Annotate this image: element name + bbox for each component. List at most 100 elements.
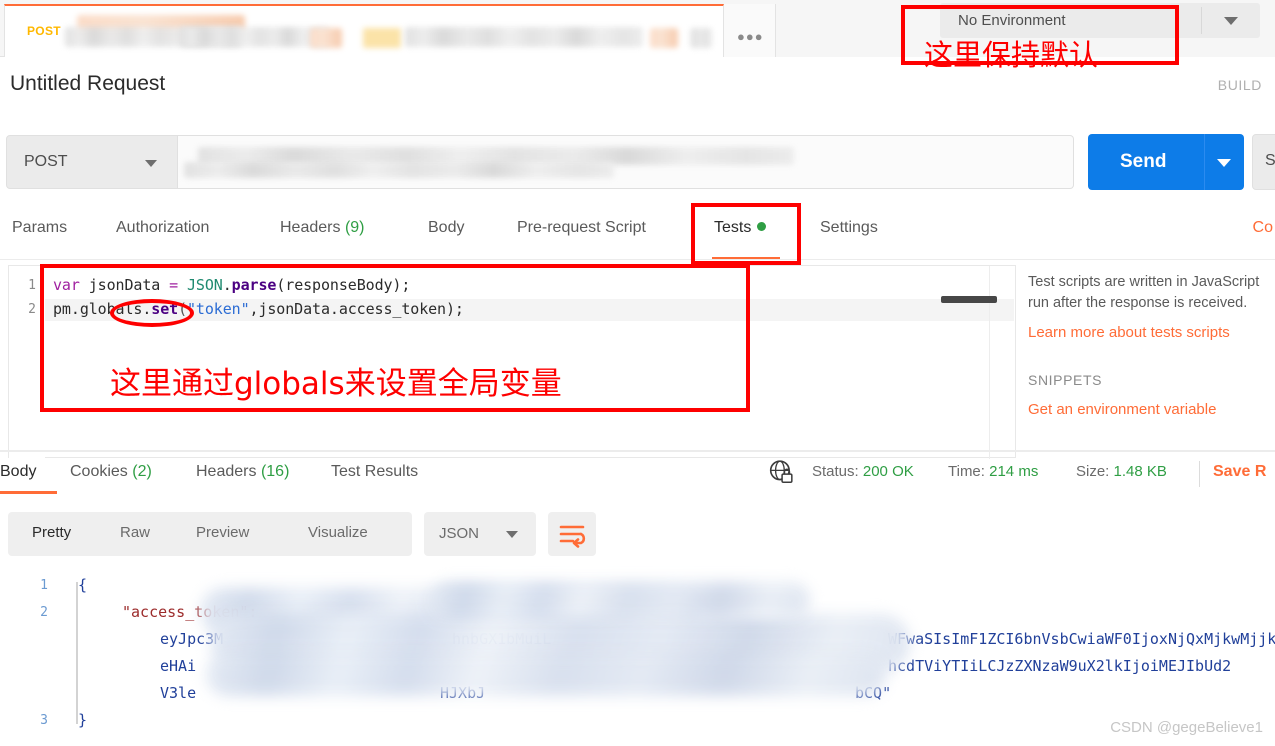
token-tail-1: WFwaSIsImF1ZCI6bnVsbCwiaWF0IjoxNjQxMjkwM…	[888, 630, 1275, 648]
response-view-mode-group: Pretty Raw Preview Visualize	[8, 512, 412, 556]
time-meta: Time: 214 ms	[948, 463, 1038, 480]
status-label: Status:	[812, 463, 859, 480]
response-tab-headers-count: (16)	[260, 463, 290, 480]
build-mode-label[interactable]: BUILD	[1218, 77, 1262, 93]
tests-help-description-line1: Test scripts are written in JavaScript	[1028, 274, 1260, 290]
tab-params-label: Params	[12, 219, 68, 236]
chevron-down-icon	[1224, 17, 1238, 25]
tab-settings-label: Settings	[820, 219, 878, 236]
response-line-3: }	[78, 711, 88, 729]
annotation-text-code: 这里通过globals来设置全局变量	[110, 366, 562, 402]
view-mode-pretty[interactable]: Pretty	[32, 524, 71, 541]
tab-authorization[interactable]: Authorization	[116, 219, 209, 237]
send-button-label: Send	[1120, 151, 1167, 172]
editor-vertical-rule	[989, 266, 990, 459]
save-request-button[interactable]: S	[1252, 134, 1275, 190]
time-value: 214 ms	[989, 463, 1039, 480]
globe-lock-icon	[769, 460, 793, 484]
response-body-viewer[interactable]: 1 2 3 { "access_token": eyJpc3M eHAi V3l…	[0, 568, 1275, 746]
redacted-url-part-2	[184, 162, 614, 178]
redacted-tab-accent-2	[363, 28, 401, 48]
response-tab-cookies-count: (2)	[132, 463, 152, 480]
page-title: Untitled Request	[10, 72, 166, 95]
response-section-divider[interactable]	[0, 450, 1275, 452]
token-fragment-2: eHAi	[160, 657, 197, 675]
snippets-header: SNIPPETS	[1028, 372, 1103, 388]
annotation-ellipse-globals	[110, 299, 194, 327]
response-format-label: JSON	[439, 525, 480, 542]
annotation-box-tests-tab	[691, 203, 801, 265]
view-mode-raw[interactable]: Raw	[120, 524, 150, 541]
redacted-token-block-4	[430, 582, 810, 618]
save-request-label: S	[1265, 152, 1275, 169]
tab-headers-label: Headers	[280, 219, 341, 236]
send-button[interactable]: Send	[1088, 134, 1244, 190]
token-fragment-3: V3le	[160, 684, 197, 702]
tab-authorization-label: Authorization	[116, 219, 210, 236]
tab-body[interactable]: Body	[428, 219, 464, 237]
tab-headers[interactable]: Headers (9)	[280, 219, 365, 237]
response-line-number: 3	[40, 713, 48, 728]
redacted-tab-accent-3	[650, 28, 678, 48]
request-tabs-bottom-border	[0, 259, 1275, 260]
request-section-tabs: Params Authorization Headers (9) Body Pr…	[0, 205, 1275, 260]
tab-body-label: Body	[428, 219, 465, 236]
redacted-token-block-3	[206, 654, 886, 696]
tab-pre-request-script[interactable]: Pre-request Script	[517, 219, 646, 237]
request-tab-active[interactable]: POST	[4, 4, 724, 57]
size-meta: Size: 1.48 KB	[1076, 463, 1167, 480]
response-tab-headers-label: Headers	[196, 463, 257, 480]
request-tab-method-label: POST	[27, 24, 61, 38]
chevron-down-icon	[145, 160, 157, 167]
http-method-selector[interactable]: POST	[6, 135, 178, 189]
tests-help-description-line2: run after the response is received.	[1028, 295, 1248, 311]
tab-headers-count: (9)	[344, 219, 365, 236]
response-tab-cookies-label: Cookies	[70, 463, 128, 480]
postman-app-window: POST ●●● No Environment Untitled Request…	[0, 0, 1275, 746]
annotation-text-environment: 这里保持默认	[924, 38, 1099, 72]
time-label: Time:	[948, 463, 985, 480]
response-tab-body[interactable]: Body	[0, 463, 36, 481]
redacted-tab-title-3	[405, 27, 643, 47]
status-value: 200 OK	[862, 463, 914, 480]
status-meta: Status: 200 OK	[812, 463, 914, 480]
save-response-button[interactable]: Save R	[1213, 463, 1266, 481]
response-line-number: 1	[40, 578, 48, 593]
view-mode-visualize[interactable]: Visualize	[308, 524, 368, 541]
redacted-tab-title-4	[690, 28, 712, 48]
response-tab-cookies[interactable]: Cookies (2)	[70, 463, 152, 481]
chevron-down-icon[interactable]	[1217, 159, 1231, 167]
view-mode-preview[interactable]: Preview	[196, 524, 249, 541]
response-tab-body-active-underline	[0, 491, 57, 494]
cookies-link[interactable]: Co	[1253, 219, 1273, 237]
redacted-tab-accent-1	[310, 28, 342, 48]
word-wrap-icon	[559, 525, 586, 548]
size-value: 1.48 KB	[1113, 463, 1167, 480]
tab-pre-request-script-label: Pre-request Script	[517, 219, 646, 236]
response-line-number: 2	[40, 605, 48, 620]
http-method-label: POST	[24, 153, 68, 170]
tab-params[interactable]: Params	[12, 219, 67, 237]
send-button-divider	[1204, 134, 1205, 190]
tab-overflow-menu-button[interactable]: ●●●	[724, 4, 776, 57]
snippet-get-environment-variable[interactable]: Get an environment variable	[1028, 401, 1275, 418]
response-tab-test-results[interactable]: Test Results	[331, 463, 418, 481]
response-tab-body-label: Body	[0, 463, 37, 480]
response-fold-guide	[76, 582, 78, 724]
url-input[interactable]	[178, 135, 1074, 189]
response-tab-headers[interactable]: Headers (16)	[196, 463, 289, 481]
status-meta-divider	[1199, 461, 1200, 487]
tab-settings[interactable]: Settings	[820, 219, 878, 237]
learn-more-link[interactable]: Learn more about tests scripts	[1028, 324, 1275, 341]
response-tab-test-results-label: Test Results	[331, 463, 419, 480]
watermark: CSDN @gegeBelieve1	[1110, 719, 1263, 736]
word-wrap-toggle[interactable]	[548, 512, 596, 556]
editor-horizontal-scrollbar[interactable]	[941, 296, 997, 303]
redacted-tab-title-2	[180, 27, 330, 47]
response-format-selector[interactable]: JSON	[424, 512, 536, 556]
token-tail-2: hcdTViYTIiLCJzZXNzaW9uX2lkIjoiMEJIbUd2	[888, 657, 1232, 675]
chevron-down-icon	[506, 531, 518, 538]
response-line-1: {	[78, 576, 88, 594]
more-horizontal-icon: ●●●	[737, 29, 764, 44]
tests-help-panel: Test scripts are written in JavaScript r…	[1028, 272, 1275, 418]
